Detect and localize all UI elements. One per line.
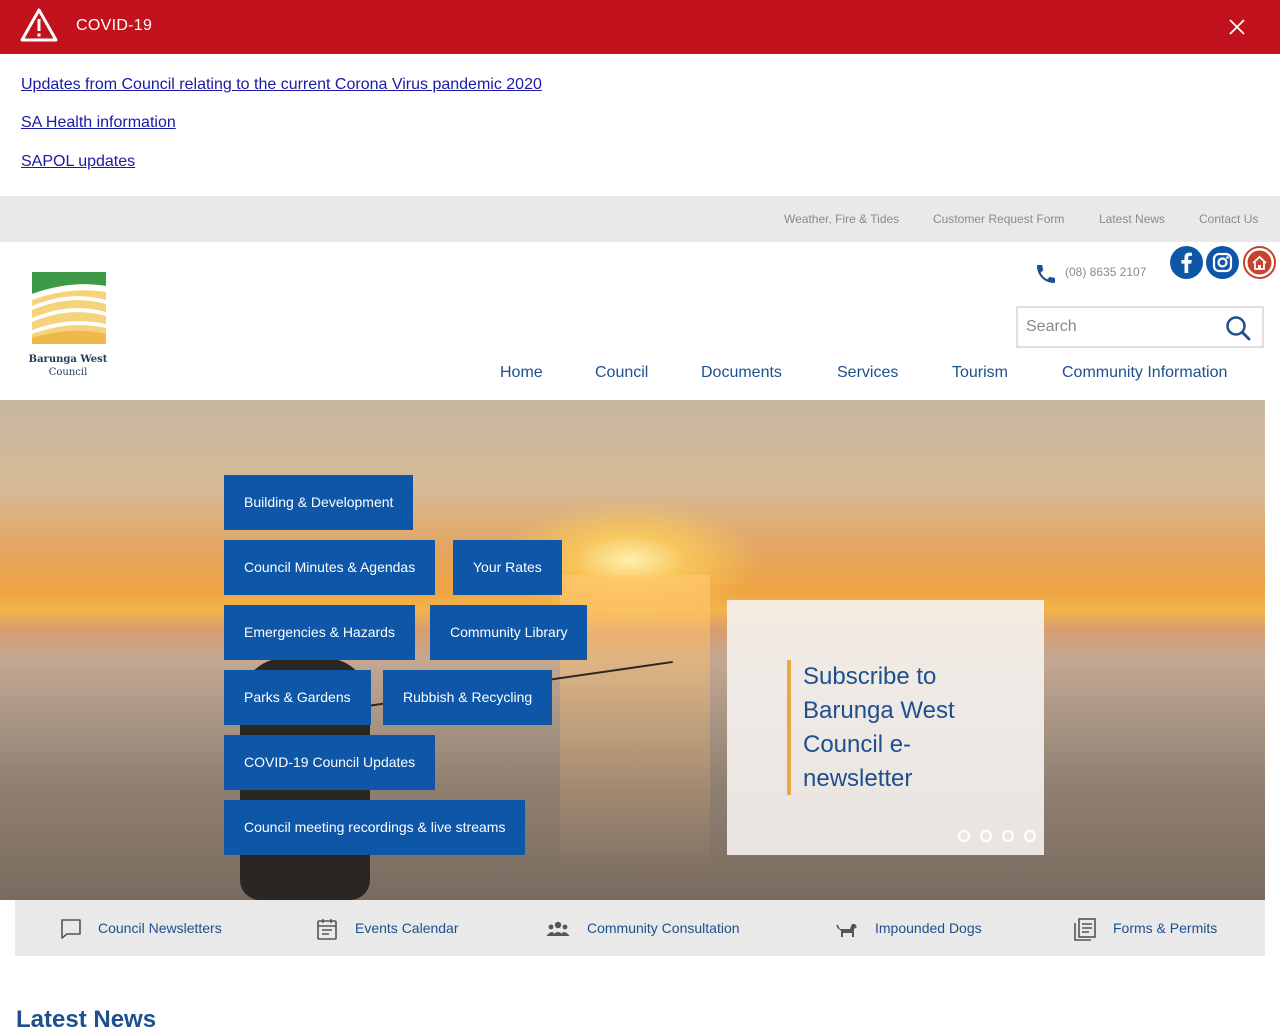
utility-bar: Weather, Fire & Tides Customer Request F… xyxy=(0,196,1280,242)
slide-dot-1[interactable] xyxy=(958,830,970,842)
hero-banner: Building & Development Council Minutes &… xyxy=(0,400,1265,900)
facebook-icon xyxy=(1181,252,1192,273)
quick-forms-permits[interactable]: Forms & Permits xyxy=(1113,920,1217,936)
customer-request-link[interactable]: Customer Request Form xyxy=(933,212,1064,226)
covid-alert-bar: COVID-19 xyxy=(0,0,1280,54)
alert-links: Updates from Council relating to the cur… xyxy=(0,54,1280,196)
warning-icon xyxy=(20,8,58,42)
home-icon xyxy=(1247,250,1272,275)
close-icon[interactable] xyxy=(1226,16,1248,38)
tile-your-rates[interactable]: Your Rates xyxy=(453,540,562,595)
covid-updates-link[interactable]: Updates from Council relating to the cur… xyxy=(21,76,542,94)
people-icon xyxy=(546,921,570,936)
instagram-icon xyxy=(1212,252,1233,273)
phone-icon xyxy=(1037,265,1055,283)
speech-bubble-icon xyxy=(61,919,81,939)
nav-tourism[interactable]: Tourism xyxy=(952,364,1008,382)
quick-community-consultation[interactable]: Community Consultation xyxy=(587,920,740,936)
nav-documents[interactable]: Documents xyxy=(701,364,782,382)
weather-link[interactable]: Weather, Fire & Tides xyxy=(784,212,899,226)
facebook-button[interactable] xyxy=(1170,246,1203,279)
nav-home[interactable]: Home xyxy=(500,364,543,382)
latest-news-heading: Latest News xyxy=(16,1006,157,1033)
tile-covid-updates[interactable]: COVID-19 Council Updates xyxy=(224,735,436,790)
tile-meeting-recordings[interactable]: Council meeting recordings & live stream… xyxy=(224,800,526,855)
documents-icon xyxy=(1074,918,1096,941)
nav-services[interactable]: Services xyxy=(837,364,898,382)
logo-subname: Council xyxy=(48,367,88,378)
quick-links-bar: Council Newsletters Events Calendar Comm… xyxy=(15,900,1265,956)
subscribe-accent-bar xyxy=(787,660,791,795)
tile-community-library[interactable]: Community Library xyxy=(430,605,588,660)
tile-emergencies-hazards[interactable]: Emergencies & Hazards xyxy=(224,605,415,660)
slide-dot-4[interactable] xyxy=(1024,830,1036,842)
nav-community-information[interactable]: Community Information xyxy=(1062,364,1227,382)
quick-council-newsletters[interactable]: Council Newsletters xyxy=(98,920,222,936)
phone-number[interactable]: (08) 8635 2107 xyxy=(1065,265,1146,279)
site-header: Barunga West Council (08) 8635 2107 Home xyxy=(0,242,1280,400)
slide-dot-2[interactable] xyxy=(980,830,992,842)
logo-name: Barunga West xyxy=(28,354,108,365)
logo-emblem-icon xyxy=(32,272,106,344)
latest-news-link[interactable]: Latest News xyxy=(1099,212,1165,226)
council-logo[interactable]: Barunga West Council xyxy=(28,270,108,380)
home-app-button[interactable] xyxy=(1243,246,1276,279)
calendar-icon xyxy=(317,919,337,940)
sapol-link[interactable]: SAPOL updates xyxy=(21,153,135,171)
slide-dot-3[interactable] xyxy=(1002,830,1014,842)
subscribe-text[interactable]: Subscribe to Barunga West Council e-news… xyxy=(803,660,1003,796)
instagram-button[interactable] xyxy=(1206,246,1239,279)
contact-us-link[interactable]: Contact Us xyxy=(1199,212,1258,226)
tile-council-minutes[interactable]: Council Minutes & Agendas xyxy=(224,540,436,595)
alert-title: COVID-19 xyxy=(76,17,153,34)
nav-council[interactable]: Council xyxy=(595,364,648,382)
search-input[interactable] xyxy=(1026,316,1216,338)
sa-health-link[interactable]: SA Health information xyxy=(21,114,176,132)
search-icon[interactable] xyxy=(1224,314,1252,342)
dog-icon xyxy=(836,924,857,937)
search-box xyxy=(1016,306,1264,348)
subscribe-card[interactable]: Subscribe to Barunga West Council e-news… xyxy=(727,600,1044,855)
tile-parks-gardens[interactable]: Parks & Gardens xyxy=(224,670,371,725)
tile-building-development[interactable]: Building & Development xyxy=(224,475,414,530)
tile-rubbish-recycling[interactable]: Rubbish & Recycling xyxy=(383,670,553,725)
quick-events-calendar[interactable]: Events Calendar xyxy=(355,920,459,936)
quick-impounded-dogs[interactable]: Impounded Dogs xyxy=(875,920,982,936)
